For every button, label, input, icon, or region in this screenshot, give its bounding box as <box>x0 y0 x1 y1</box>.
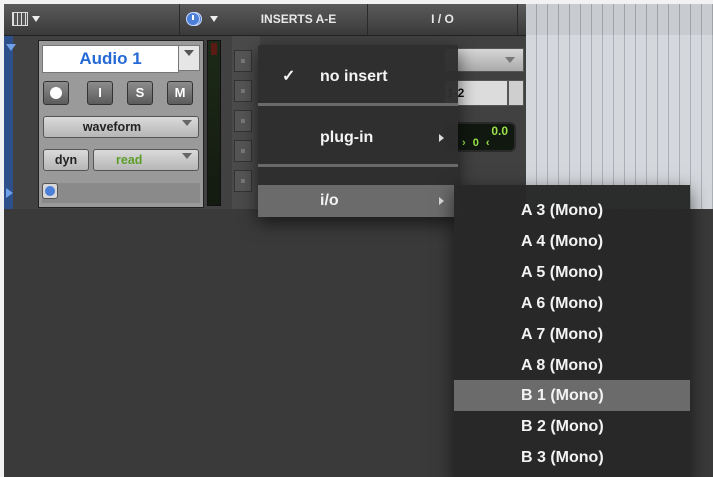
io-item-a5[interactable]: A 5 (Mono) <box>454 257 690 288</box>
track-name-dropdown[interactable] <box>178 45 200 71</box>
track-options-icon[interactable] <box>6 44 16 51</box>
timebase-icon[interactable] <box>42 183 58 199</box>
dyn-button[interactable]: dyn <box>43 149 89 171</box>
record-icon <box>50 87 62 99</box>
insert-slots <box>232 36 260 209</box>
insert-slot-a[interactable] <box>234 50 252 72</box>
submenu-arrow-icon <box>439 134 444 142</box>
edit-window: INSERTS A-E I / O Audio 1 I S M waveform… <box>4 4 713 477</box>
timebase-clock-icon[interactable] <box>186 12 200 26</box>
io-item-label: A 8 (Mono) <box>521 357 604 374</box>
track-select-strip[interactable] <box>4 36 16 209</box>
menu-item-io[interactable]: i/o <box>258 185 458 217</box>
menu-item-label: plug-in <box>320 129 374 146</box>
insert-slot-d[interactable] <box>234 140 252 162</box>
io-item-b1[interactable]: B 1 (Mono) <box>454 380 690 411</box>
chevron-down-icon <box>182 120 192 126</box>
inserts-column-title[interactable]: INSERTS A-E <box>230 4 368 35</box>
io-submenu: A 3 (Mono) A 4 (Mono) A 5 (Mono) A 6 (Mo… <box>454 185 690 477</box>
menu-separator <box>258 164 458 167</box>
io-item-label: B 3 (Mono) <box>521 449 604 466</box>
io-column-title[interactable]: I / O <box>368 4 518 35</box>
track-name[interactable]: Audio 1 <box>42 45 179 73</box>
automation-mode-label: read <box>116 153 143 167</box>
insert-slot-c[interactable] <box>234 110 252 132</box>
io-item-a4[interactable]: A 4 (Mono) <box>454 226 690 257</box>
track-timebase-row <box>42 183 200 203</box>
submenu-arrow-icon <box>439 197 444 205</box>
insert-slot-e[interactable] <box>234 170 252 192</box>
io-item-label: A 5 (Mono) <box>521 264 604 281</box>
io-item-label: A 6 (Mono) <box>521 295 604 312</box>
track-view-label: waveform <box>82 120 142 134</box>
columns-icon[interactable] <box>12 12 28 26</box>
menu-item-label: no insert <box>320 68 388 85</box>
input-monitor-button[interactable]: I <box>87 81 113 105</box>
io-item-label: A 4 (Mono) <box>521 233 604 250</box>
volume-value: 0.0 <box>491 124 508 138</box>
io-bus-dropdown[interactable] <box>508 80 524 106</box>
chevron-down-icon[interactable] <box>32 16 40 22</box>
io-item-a7[interactable]: A 7 (Mono) <box>454 319 690 350</box>
io-item-label: B 2 (Mono) <box>521 418 604 435</box>
timeline-ruler <box>526 4 713 209</box>
io-item-a6[interactable]: A 6 (Mono) <box>454 288 690 319</box>
column-header-bar: INSERTS A-E I / O <box>4 4 526 36</box>
insert-popup-menu: ✓ no insert plug-in i/o <box>258 45 458 217</box>
expand-track-icon[interactable] <box>6 188 13 198</box>
menu-item-label: i/o <box>320 192 339 209</box>
timebase-chevron-icon[interactable] <box>210 16 218 22</box>
io-item-a8[interactable]: A 8 (Mono) <box>454 350 690 381</box>
pan-value: › 0 ‹ <box>462 137 492 149</box>
track-controls: Audio 1 I S M waveform dyn read <box>38 40 204 208</box>
checkmark-icon: ✓ <box>282 68 296 85</box>
track-level-meter <box>207 40 221 206</box>
ruler-header[interactable] <box>526 4 713 36</box>
track-header-segment <box>4 4 202 35</box>
automation-mode-select[interactable]: read <box>93 149 199 171</box>
timeline-grid[interactable] <box>526 35 713 209</box>
solo-button[interactable]: S <box>127 81 153 105</box>
menu-separator <box>258 103 458 106</box>
io-item-label: B 1 (Mono) <box>521 387 604 404</box>
io-item-b2[interactable]: B 2 (Mono) <box>454 411 690 442</box>
io-item-label: A 3 (Mono) <box>521 202 604 219</box>
chevron-down-icon <box>182 153 192 159</box>
record-enable-button[interactable] <box>43 81 69 105</box>
io-item-b3[interactable]: B 3 (Mono) <box>454 442 690 473</box>
io-item-label: A 7 (Mono) <box>521 326 604 343</box>
mute-button[interactable]: M <box>167 81 193 105</box>
io-item-a3[interactable]: A 3 (Mono) <box>454 195 690 226</box>
menu-item-no-insert[interactable]: ✓ no insert <box>258 61 458 93</box>
menu-item-plug-in[interactable]: plug-in <box>258 122 458 154</box>
track-view-select[interactable]: waveform <box>43 116 199 138</box>
insert-slot-b[interactable] <box>234 80 252 102</box>
